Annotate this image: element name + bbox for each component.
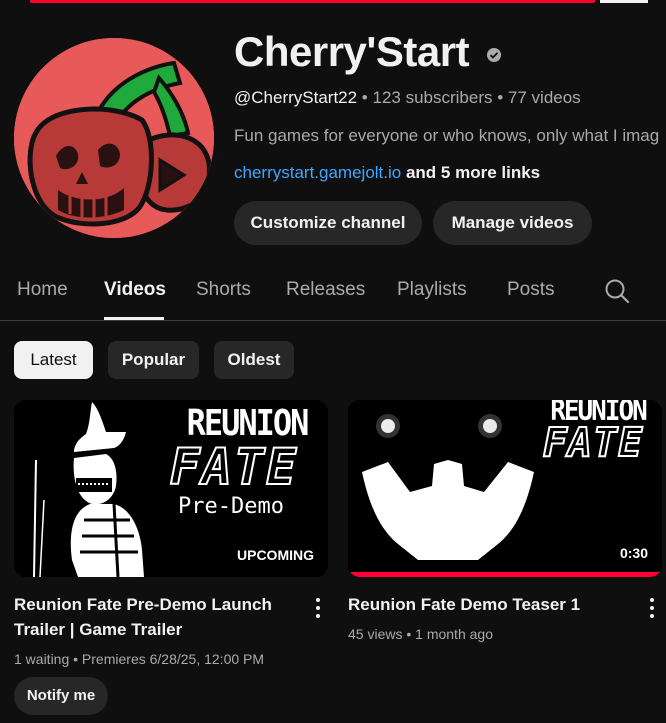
filter-popular-chip[interactable]: Popular <box>108 341 199 379</box>
active-tab-indicator <box>104 317 164 320</box>
filter-oldest-chip[interactable]: Oldest <box>214 341 294 379</box>
channel-title: Cherry'Start <box>234 28 470 75</box>
more-options-icon[interactable] <box>644 596 660 620</box>
thumbnail-subtitle: FATE <box>169 437 299 497</box>
search-icon[interactable] <box>604 278 630 304</box>
tab-releases[interactable]: Releases <box>286 279 365 301</box>
tab-posts[interactable]: Posts <box>507 279 555 301</box>
watched-progress-bar <box>348 572 662 577</box>
more-links-link[interactable]: and 5 more links <box>401 163 540 182</box>
cherry-logo-icon <box>14 38 214 238</box>
channel-handle: @CherryStart22 <box>234 88 358 107</box>
channel-tabs: Home Videos Shorts Releases Playlists Po… <box>0 262 666 321</box>
checkmark-badge-icon <box>487 48 501 62</box>
video-meta: 1 waiting • Premieres 6/28/25, 12:00 PM <box>14 651 265 667</box>
notify-me-button[interactable]: Notify me <box>14 677 108 715</box>
video-count: 77 videos <box>507 88 581 107</box>
subscriber-count: 123 subscribers <box>372 88 493 107</box>
video-meta: 45 views • 1 month ago <box>348 626 493 642</box>
top-progress-bar <box>0 0 666 4</box>
video-title[interactable]: Reunion Fate Demo Teaser 1 <box>348 592 618 617</box>
duration-badge: 0:30 <box>619 545 648 561</box>
thumbnail-subtitle: FATE <box>542 419 644 467</box>
video-thumbnail[interactable]: REUNION FATE Pre-Demo UPCOMING <box>14 400 328 577</box>
more-options-icon[interactable] <box>310 596 326 620</box>
tab-shorts[interactable]: Shorts <box>196 279 251 301</box>
tab-home[interactable]: Home <box>17 279 68 301</box>
channel-avatar[interactable] <box>14 38 214 238</box>
thumbnail-caption: Pre-Demo <box>178 494 284 519</box>
customize-channel-button[interactable]: Customize channel <box>234 201 422 245</box>
filter-latest-chip[interactable]: Latest <box>14 341 93 379</box>
channel-description[interactable]: Fun games for everyone or who knows, onl… <box>234 126 666 146</box>
channel-link[interactable]: cherrystart.gamejolt.io <box>234 163 401 182</box>
channel-links: cherrystart.gamejolt.io and 5 more links <box>234 163 540 183</box>
video-thumbnail[interactable]: REUNION FATE 0:30 <box>348 400 662 577</box>
tab-playlists[interactable]: Playlists <box>397 279 467 301</box>
video-title[interactable]: Reunion Fate Pre-Demo Launch Trailer | G… <box>14 592 284 642</box>
channel-meta: @CherryStart22 • 123 subscribers • 77 vi… <box>234 88 581 107</box>
tab-videos[interactable]: Videos <box>104 279 166 301</box>
manage-videos-button[interactable]: Manage videos <box>433 201 592 245</box>
upcoming-badge: UPCOMING <box>237 547 314 563</box>
